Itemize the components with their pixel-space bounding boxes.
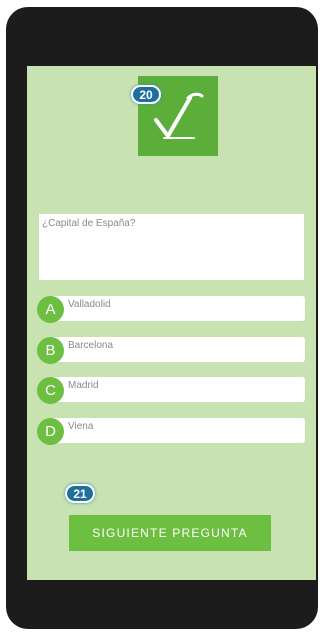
answer-option-text: Madrid — [51, 377, 305, 402]
page: 20 ¿Capital de España? Valladolid A Barc… — [0, 0, 324, 635]
answer-option-c[interactable]: Madrid C — [37, 376, 305, 405]
answer-letter-badge: D — [37, 418, 64, 445]
current-question-number-badge: 20 — [131, 85, 161, 104]
answer-option-a[interactable]: Valladolid A — [37, 295, 305, 324]
answer-option-text: Viena — [51, 418, 305, 443]
answer-letter-badge: C — [37, 377, 64, 404]
quiz-screen: 20 ¿Capital de España? Valladolid A Barc… — [27, 66, 316, 580]
answer-letter-badge: A — [37, 296, 64, 323]
phone-frame: 20 ¿Capital de España? Valladolid A Barc… — [6, 7, 318, 629]
answer-option-b[interactable]: Barcelona B — [37, 336, 305, 365]
next-question-number-badge: 21 — [65, 484, 95, 503]
next-question-button[interactable]: SIGUIENTE PREGUNTA — [69, 515, 271, 551]
answer-option-text: Barcelona — [51, 337, 305, 362]
answer-option-d[interactable]: Viena D — [37, 417, 305, 446]
answer-letter-badge: B — [37, 337, 64, 364]
answer-option-text: Valladolid — [51, 296, 305, 321]
question-text: ¿Capital de España? — [39, 214, 304, 280]
